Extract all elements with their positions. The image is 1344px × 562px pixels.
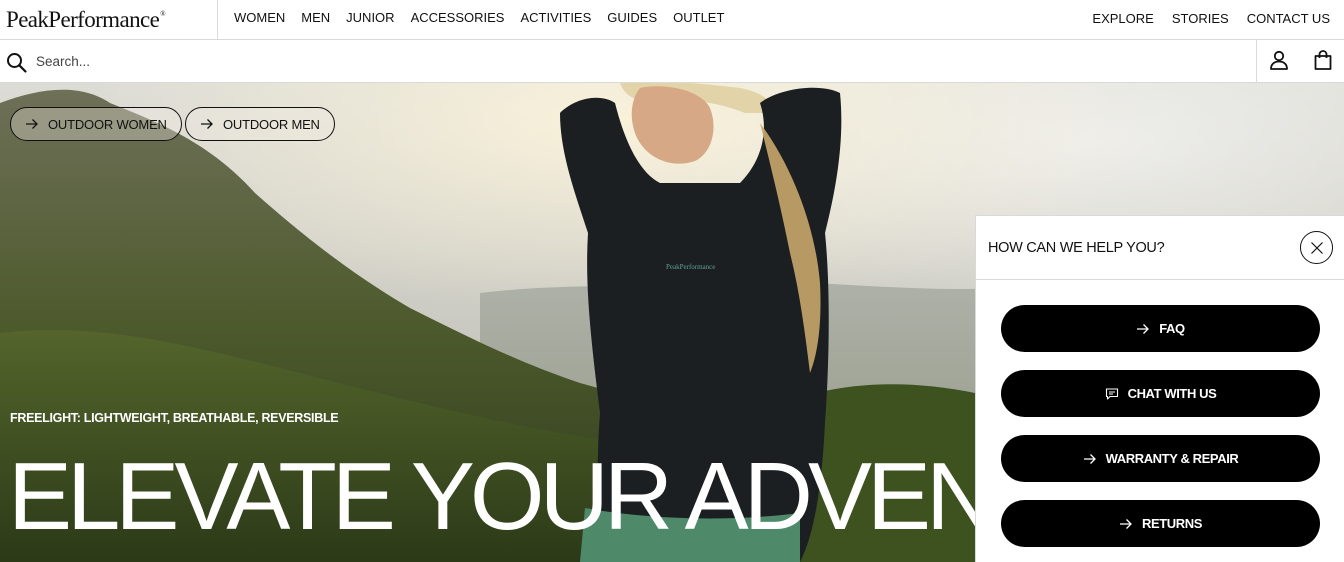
- nav-outlet[interactable]: OUTLET: [673, 10, 724, 25]
- hero-kicker: FREELIGHT: LIGHTWEIGHT, BREATHABLE, REVE…: [10, 411, 339, 425]
- nav-explore[interactable]: EXPLORE: [1092, 11, 1153, 26]
- help-panel-header: HOW CAN WE HELP YOU?: [976, 216, 1344, 280]
- chat-with-us-button[interactable]: CHAT WITH US: [1001, 370, 1320, 417]
- main-menu: WOMEN MEN JUNIOR ACCESSORIES ACTIVITIES …: [234, 0, 724, 34]
- account-icon[interactable]: [1268, 49, 1290, 71]
- top-navigation: PeakPerformance® WOMEN MEN JUNIOR ACCESS…: [0, 0, 1344, 40]
- outdoor-men-label: OUTDOOR MEN: [223, 116, 320, 132]
- nav-contact-us[interactable]: CONTACT US: [1247, 11, 1330, 26]
- chat-icon: [1105, 387, 1118, 400]
- nav-activities[interactable]: ACTIVITIES: [520, 10, 591, 25]
- nav-junior[interactable]: JUNIOR: [346, 10, 394, 25]
- faq-button[interactable]: FAQ: [1001, 305, 1320, 352]
- faq-label: FAQ: [1159, 321, 1185, 336]
- secondary-menu: EXPLORE STORIES CONTACT US: [1092, 0, 1330, 36]
- returns-button[interactable]: RETURNS: [1001, 500, 1320, 547]
- nav-stories[interactable]: STORIES: [1172, 11, 1229, 26]
- search-input[interactable]: [36, 48, 636, 74]
- jacket-logo: PeakPerformance: [666, 263, 715, 271]
- nav-guides[interactable]: GUIDES: [607, 10, 657, 25]
- returns-label: RETURNS: [1141, 516, 1203, 531]
- nav-men[interactable]: MEN: [301, 10, 330, 25]
- close-icon: [1310, 241, 1323, 254]
- brand-logo[interactable]: PeakPerformance®: [0, 0, 218, 40]
- arrow-right-icon: [201, 119, 213, 129]
- hero-headline: ELEVATE YOUR ADVENT: [8, 443, 1049, 550]
- close-button[interactable]: [1300, 231, 1333, 264]
- arrow-right-icon: [26, 119, 38, 129]
- warranty-repair-button[interactable]: WARRANTY & REPAIR: [1001, 435, 1320, 482]
- brand-logo-text: PeakPerformance®: [6, 7, 165, 32]
- search-bar: [0, 40, 1344, 83]
- outdoor-women-button[interactable]: OUTDOOR WOMEN: [10, 107, 182, 141]
- shopping-bag-icon[interactable]: [1312, 49, 1334, 71]
- warranty-repair-label: WARRANTY & REPAIR: [1105, 451, 1239, 466]
- help-panel: HOW CAN WE HELP YOU? FAQ CHAT WITH US WA…: [975, 215, 1344, 562]
- nav-women[interactable]: WOMEN: [234, 10, 285, 25]
- nav-accessories[interactable]: ACCESSORIES: [411, 10, 505, 25]
- outdoor-men-button[interactable]: OUTDOOR MEN: [185, 107, 335, 141]
- search-divider: [1256, 40, 1257, 83]
- arrow-right-icon: [1119, 518, 1132, 529]
- arrow-right-icon: [1083, 453, 1096, 464]
- arrow-right-icon: [1137, 323, 1150, 334]
- chat-with-us-label: CHAT WITH US: [1127, 386, 1217, 401]
- search-icon[interactable]: [6, 52, 28, 74]
- outdoor-women-label: OUTDOOR WOMEN: [48, 116, 167, 132]
- help-panel-title: HOW CAN WE HELP YOU?: [988, 240, 1165, 256]
